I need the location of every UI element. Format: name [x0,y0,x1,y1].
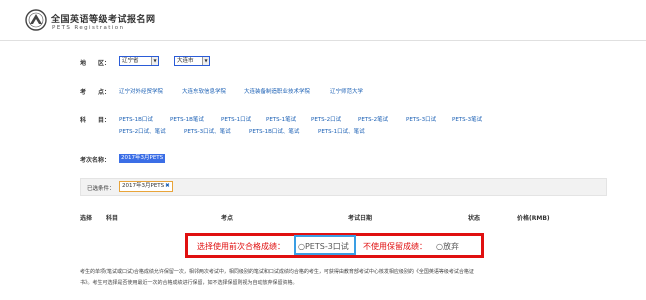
selected-condition-text: 2017年3月PETS [122,183,165,189]
site-link[interactable]: 辽宁对外经贸学院 [119,87,163,95]
site-link[interactable]: 大连东软信息学院 [182,87,226,95]
site-title: 全国英语等级考试报名网 [51,15,156,25]
policy-note-line-1: 考生的单项(笔试或口试)合格成绩允许保留一次，相邻两次考试中，相同级别的笔试和口… [80,269,474,275]
column-header-select: 选择 [80,215,93,222]
selected-conditions-label: 已选条件： [87,186,115,192]
site-subtitle: PETS Registration [52,25,125,31]
site-label: 考 点： [80,89,111,96]
subject-link[interactable]: PETS-2口试、笔试 [119,127,166,135]
logo-icon [25,9,47,31]
subject-link[interactable]: PETS-2笔试 [358,115,388,123]
subject-link[interactable]: PETS-1B口试、笔试 [249,127,299,135]
subject-link[interactable]: PETS-1笔试 [266,115,296,123]
subject-link[interactable]: PETS-1B口试 [119,115,153,123]
subject-link[interactable]: PETS-1B笔试 [170,115,204,123]
subject-link[interactable]: PETS-3口试、笔试 [184,127,231,135]
abandon-radio[interactable]: ○放弃 [436,241,459,252]
column-header-site: 考点 [221,215,234,222]
site-link[interactable]: 辽宁师范大学 [330,87,363,95]
policy-note-line-2: 书》。考生可选择是否使用最近一次的合格成绩进行保留，如不选择保留则视为自动放弃保… [80,280,298,286]
column-header-status: 状态 [468,215,481,222]
province-select-value: 辽宁省 [122,58,139,64]
subject-link[interactable]: PETS-3笔试 [452,115,482,123]
province-select[interactable]: 辽宁省 ▼ [119,56,159,66]
chevron-down-icon: ▼ [202,57,209,65]
column-header-date: 考试日期 [348,215,373,222]
chevron-down-icon: ▼ [151,57,158,65]
site-link[interactable]: 大连装备制造职业技术学院 [244,87,310,95]
session-label: 考次名称： [80,157,111,164]
keep-score-radio[interactable]: ○PETS-3口试 [298,241,349,252]
keep-score-label: 选择使用前次合格成绩： [197,242,285,251]
column-header-price: 价格(RMB) [517,215,550,222]
selected-condition-tag[interactable]: 2017年3月PETS✖ [119,181,173,192]
subject-label: 科 目： [80,117,111,124]
site-header: 全国英语等级考试报名网 PETS Registration [0,0,646,38]
column-header-subject: 科目 [106,215,119,222]
city-select[interactable]: 大连市 ▼ [174,56,210,66]
city-select-value: 大连市 [177,58,194,64]
header-divider [0,40,646,41]
close-icon[interactable]: ✖ [165,183,170,189]
subject-link[interactable]: PETS-2口试 [311,115,341,123]
session-value[interactable]: 2017年3月PETS [119,154,166,163]
subject-link[interactable]: PETS-3口试 [406,115,436,123]
no-keep-score-label: 不使用保留成绩： [363,242,427,251]
region-label: 地 区： [80,60,111,67]
subject-link[interactable]: PETS-1口试 [221,115,251,123]
subject-link[interactable]: PETS-1口试、笔试 [318,127,365,135]
